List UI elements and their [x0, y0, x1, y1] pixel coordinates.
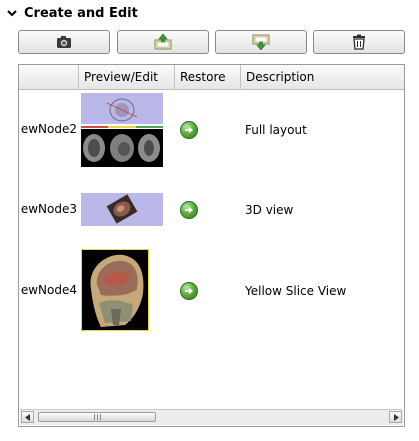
- section-header-create-edit[interactable]: Create and Edit: [6, 4, 138, 22]
- capture-view-button[interactable]: [18, 30, 110, 54]
- column-header-restore[interactable]: Restore: [175, 65, 241, 89]
- column-header-description[interactable]: Description: [241, 65, 404, 89]
- column-header-name[interactable]: [19, 65, 79, 89]
- camera-icon: [57, 36, 71, 48]
- restore-arrow-icon[interactable]: [180, 201, 198, 219]
- chevron-down-icon: [7, 10, 17, 17]
- arrow-left-icon: [24, 413, 30, 421]
- scene-toolbar: [18, 30, 406, 56]
- 3d-view-thumbnail[interactable]: [81, 193, 163, 226]
- horizontal-scrollbar[interactable]: [20, 409, 403, 425]
- table-row[interactable]: ewNode3 3D view: [19, 193, 404, 226]
- arrow-right-icon: [393, 413, 399, 421]
- scene-view-name: ewNode4: [20, 283, 77, 297]
- restore-scene-button[interactable]: [117, 30, 209, 54]
- scene-view-name: ewNode2: [20, 122, 77, 136]
- table-row[interactable]: ewNode2 Full layout: [19, 92, 404, 167]
- scene-description: 3D view: [245, 203, 294, 217]
- restore-arrow-icon[interactable]: [180, 282, 198, 300]
- delete-scene-button[interactable]: [313, 30, 405, 54]
- yellow-slice-thumbnail[interactable]: [81, 249, 149, 331]
- scroll-right-button[interactable]: [389, 411, 402, 423]
- trash-icon: [353, 34, 365, 50]
- full-layout-thumbnail[interactable]: [81, 93, 163, 167]
- section-title: Create and Edit: [24, 5, 138, 21]
- column-header-preview[interactable]: Preview/Edit: [79, 65, 175, 89]
- restore-arrow-icon[interactable]: [180, 121, 198, 139]
- scrollbar-thumb[interactable]: [38, 412, 156, 422]
- table-row[interactable]: ewNode4 Yellow Slice View: [19, 249, 404, 331]
- save-scene-button[interactable]: [215, 30, 307, 54]
- table-header: Preview/Edit Restore Description: [19, 65, 404, 90]
- scroll-left-button[interactable]: [21, 411, 34, 423]
- save-scene-icon: [252, 34, 270, 50]
- scene-view-name: ewNode3: [20, 202, 77, 216]
- scene-description: Yellow Slice View: [245, 284, 347, 298]
- scene-description: Full layout: [245, 123, 307, 137]
- scene-view-table: Preview/Edit Restore Description ewNode2…: [18, 64, 405, 427]
- restore-scene-icon: [154, 34, 172, 50]
